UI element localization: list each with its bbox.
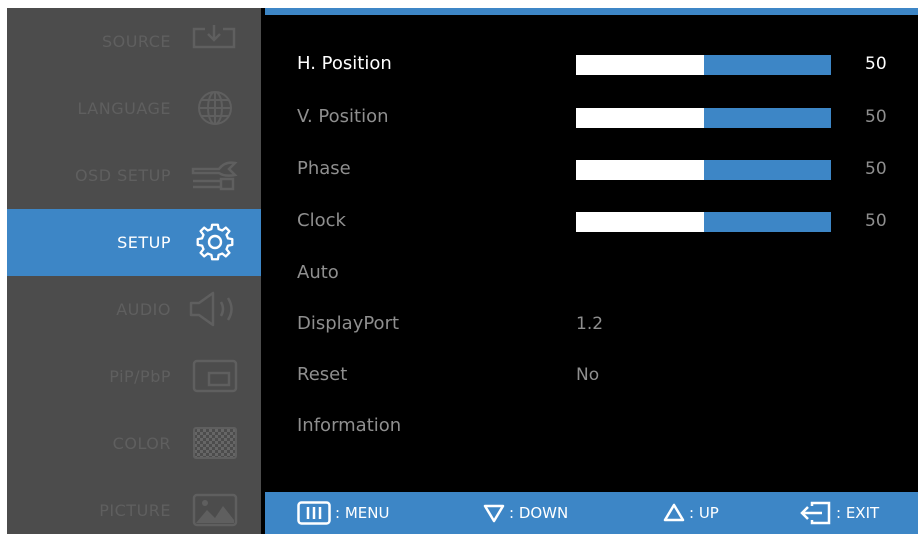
sidebar-item-language[interactable]: LANGUAGE — [7, 75, 261, 142]
pip-icon — [192, 359, 238, 393]
triangle-down-icon — [483, 504, 505, 523]
sidebar-item-audio[interactable]: AUDIO — [7, 276, 261, 343]
slider-fill — [576, 212, 704, 232]
sidebar-item-label: AUDIO — [116, 300, 171, 319]
setup-row-h-position[interactable]: H. Position 50 — [265, 44, 918, 84]
gear-icon — [196, 223, 234, 261]
setup-panel: H. Position 50 V. Position 50 Phase 50 C… — [265, 15, 918, 492]
picture-icon — [192, 493, 238, 527]
hint-menu-label: : MENU — [335, 504, 390, 522]
setting-value: 50 — [865, 211, 887, 231]
setup-row-reset[interactable]: Reset No — [265, 355, 918, 395]
setting-label: Reset — [297, 364, 348, 385]
sidebar-item-label: SETUP — [117, 233, 171, 252]
setup-row-auto[interactable]: Auto — [265, 253, 918, 293]
setting-label: Auto — [297, 262, 339, 283]
setup-row-clock[interactable]: Clock 50 — [265, 201, 918, 241]
sidebar-item-setup[interactable]: SETUP — [7, 209, 261, 276]
sidebar-item-label: COLOR — [112, 434, 171, 453]
h-position-slider[interactable] — [576, 55, 831, 75]
color-grid-icon — [193, 427, 237, 459]
menu-key-icon — [297, 501, 331, 525]
slider-fill — [576, 55, 704, 75]
setting-value: 50 — [865, 54, 887, 74]
hint-menu: : MENU — [297, 492, 389, 534]
sidebar-item-osd-setup[interactable]: OSD SETUP — [7, 142, 261, 209]
header-accent-bar — [265, 8, 918, 15]
sidebar-item-source[interactable]: SOURCE — [7, 8, 261, 75]
slider-fill — [576, 108, 704, 128]
sidebar-item-label: SOURCE — [101, 32, 171, 51]
hint-up: : UP — [663, 492, 719, 534]
setting-value: 1.2 — [576, 314, 604, 334]
setting-label: Clock — [297, 210, 346, 231]
sidebar-item-pip-pbp[interactable]: PiP/PbP — [7, 343, 261, 410]
setting-label: V. Position — [297, 106, 389, 127]
sidebar-item-label: OSD SETUP — [74, 166, 171, 185]
speaker-icon — [189, 291, 233, 327]
phase-slider[interactable] — [576, 160, 831, 180]
setting-label: DisplayPort — [297, 313, 400, 334]
setting-value: No — [576, 365, 600, 385]
setting-label: H. Position — [297, 53, 392, 74]
globe-icon — [198, 91, 232, 125]
hint-exit: : EXIT — [798, 492, 879, 534]
sidebar-item-label: LANGUAGE — [77, 99, 171, 118]
clock-slider[interactable] — [576, 212, 831, 232]
slider-fill — [576, 160, 704, 180]
wrench-icon — [191, 161, 238, 191]
source-input-icon — [192, 25, 236, 49]
osd-window: SOURCE LANGUAGE OSD SETUP SETUP AUDIO Pi… — [7, 8, 918, 534]
sidebar-item-color[interactable]: COLOR — [7, 410, 261, 477]
setup-row-displayport[interactable]: DisplayPort 1.2 — [265, 304, 918, 344]
hint-down-label: : DOWN — [509, 504, 569, 522]
sidebar-item-label: PICTURE — [99, 501, 171, 520]
footer-hint-bar: : MENU : DOWN : UP : EXIT — [265, 492, 918, 534]
sidebar-item-picture[interactable]: PICTURE — [7, 477, 261, 544]
hint-down: : DOWN — [483, 492, 568, 534]
sidebar: SOURCE LANGUAGE OSD SETUP SETUP AUDIO Pi… — [7, 8, 261, 534]
setup-row-phase[interactable]: Phase 50 — [265, 149, 918, 189]
setting-label: Phase — [297, 158, 351, 179]
hint-exit-label: : EXIT — [836, 504, 880, 522]
setup-row-v-position[interactable]: V. Position 50 — [265, 97, 918, 137]
exit-icon — [800, 501, 831, 525]
triangle-up-icon — [663, 503, 685, 522]
setup-row-information[interactable]: Information — [265, 406, 918, 446]
setting-value: 50 — [865, 107, 887, 127]
setting-label: Information — [297, 415, 402, 436]
setting-value: 50 — [865, 159, 887, 179]
sidebar-item-label: PiP/PbP — [109, 367, 171, 386]
hint-up-label: : UP — [689, 504, 719, 522]
v-position-slider[interactable] — [576, 108, 831, 128]
